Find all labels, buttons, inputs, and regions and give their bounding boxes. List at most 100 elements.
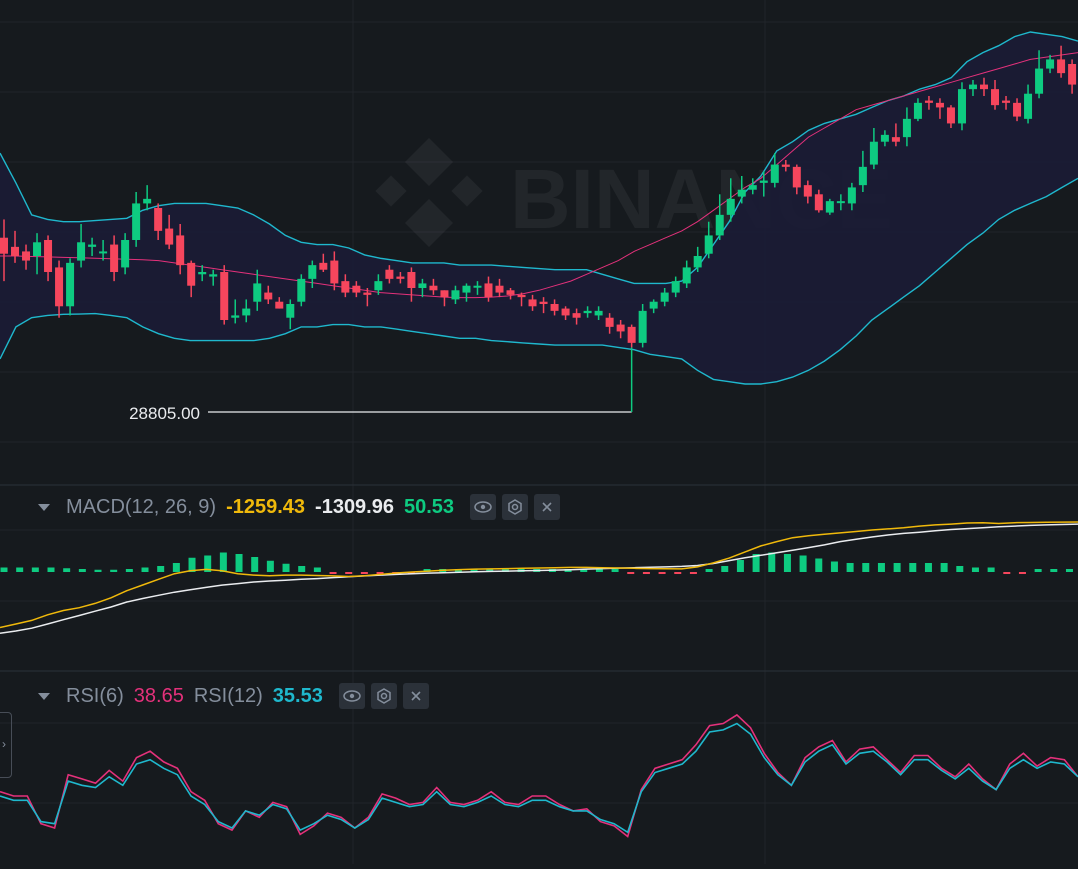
candle-body	[1035, 68, 1044, 94]
candle-body	[1024, 93, 1033, 119]
candle-body	[660, 292, 669, 302]
candle-body	[308, 265, 317, 279]
candle-body	[44, 240, 53, 272]
macd-histogram-bar	[877, 563, 885, 572]
macd-histogram-bar	[1018, 572, 1026, 574]
rsi-legend: RSI(6) 38.65 RSI(12) 35.53	[0, 681, 429, 711]
collapse-caret-icon[interactable]	[38, 503, 50, 511]
close-icon[interactable]	[534, 494, 561, 520]
candle-body	[495, 285, 504, 293]
side-panel-toggle[interactable]: ›	[0, 712, 12, 778]
trading-chart[interactable]: BINANCE 28805.00 MACD(12, 26, 9) -1259.4…	[0, 0, 1078, 864]
macd-label: MACD(12, 26, 9)	[66, 495, 217, 518]
candle-body	[297, 278, 306, 302]
macd-histogram-bar	[689, 572, 697, 574]
candle-body	[991, 89, 1000, 106]
chart-canvas[interactable]: BINANCE 28805.00	[0, 0, 1078, 864]
candle-body	[407, 272, 416, 288]
candle-body	[154, 208, 163, 231]
candle-body	[946, 107, 955, 124]
rsi12-label: RSI(12)	[193, 684, 263, 707]
eye-icon[interactable]	[338, 683, 365, 709]
rsi-lines	[0, 713, 1078, 838]
candle-body	[935, 102, 944, 108]
candle-body	[209, 274, 218, 277]
candle-body	[418, 283, 427, 288]
macd-histogram-bar	[627, 572, 635, 574]
macd-histogram-bar	[815, 558, 823, 572]
candle-body	[847, 187, 856, 204]
macd-value: -1259.43	[226, 495, 306, 518]
candle-body	[1046, 59, 1055, 69]
candle-body	[55, 267, 64, 307]
candle-body	[66, 262, 75, 307]
macd-histogram-bar	[298, 566, 306, 572]
candle-body	[99, 251, 108, 254]
macd-histogram-bar	[172, 563, 180, 572]
macd-histogram-bar	[956, 566, 964, 572]
close-icon[interactable]	[402, 683, 429, 709]
candle	[220, 265, 229, 325]
macd-histogram-bar	[1050, 569, 1058, 572]
candle	[825, 198, 834, 215]
candle-body	[693, 256, 702, 268]
candle-body	[220, 272, 229, 320]
dif-value: -1309.96	[315, 495, 394, 518]
candle-body	[528, 299, 537, 307]
candle-body	[913, 102, 922, 119]
candle-body	[649, 301, 658, 309]
macd-histogram-bar	[830, 561, 838, 572]
candle-body	[825, 201, 834, 213]
eye-icon[interactable]	[470, 494, 497, 520]
candle-body	[957, 89, 966, 124]
macd-histogram-bar	[658, 572, 666, 574]
candle-body	[451, 290, 460, 300]
rsi6-label: RSI(6)	[66, 684, 124, 707]
rsi12-line	[0, 722, 1078, 834]
candle-body	[33, 242, 42, 256]
candle-body	[341, 281, 350, 293]
candle-body	[638, 310, 647, 343]
macd-histogram-bar	[345, 572, 353, 574]
candle-body	[253, 283, 262, 302]
candle-body	[1057, 59, 1066, 74]
macd-histogram-bar	[16, 567, 24, 572]
collapse-caret-icon[interactable]	[38, 692, 50, 700]
candle-body	[671, 281, 680, 293]
candle-body	[627, 326, 636, 343]
gear-icon[interactable]	[370, 683, 397, 709]
candle-body	[0, 237, 8, 254]
macd-histogram-bar	[0, 567, 8, 572]
macd-histogram-bar	[1003, 572, 1011, 574]
rsi12-value: 35.53	[272, 684, 323, 707]
candle-body	[88, 244, 97, 247]
macd-histogram-bar	[78, 569, 86, 572]
gear-icon[interactable]	[502, 494, 529, 520]
candle-body	[462, 285, 471, 293]
candle-body	[968, 84, 977, 90]
candle-body	[440, 290, 449, 298]
candle-body	[77, 242, 86, 261]
macd-histogram-bar	[313, 567, 321, 572]
macd-histogram-bar	[642, 572, 650, 574]
macd-histogram-bar	[219, 552, 227, 572]
macd-histogram-bar	[768, 552, 776, 572]
candle-body	[231, 315, 240, 318]
macd-histogram-bar	[110, 569, 118, 572]
candle-body	[264, 292, 273, 300]
macd-histogram-bar	[266, 560, 274, 572]
candle-body	[352, 285, 361, 293]
macd-histogram-bar	[329, 572, 337, 574]
low-annotation: 28805.00	[129, 347, 633, 423]
candle-body	[242, 308, 251, 316]
candle-body	[506, 290, 515, 295]
macd-histogram-bar	[862, 563, 870, 572]
macd-histogram-bar	[251, 557, 259, 572]
candle-body	[429, 285, 438, 291]
candle-body	[980, 84, 988, 90]
candle-body	[286, 304, 295, 318]
candle-body	[385, 269, 394, 279]
macd-histogram-bar	[1034, 569, 1042, 572]
candle-body	[770, 164, 779, 183]
candle-body	[176, 235, 185, 266]
